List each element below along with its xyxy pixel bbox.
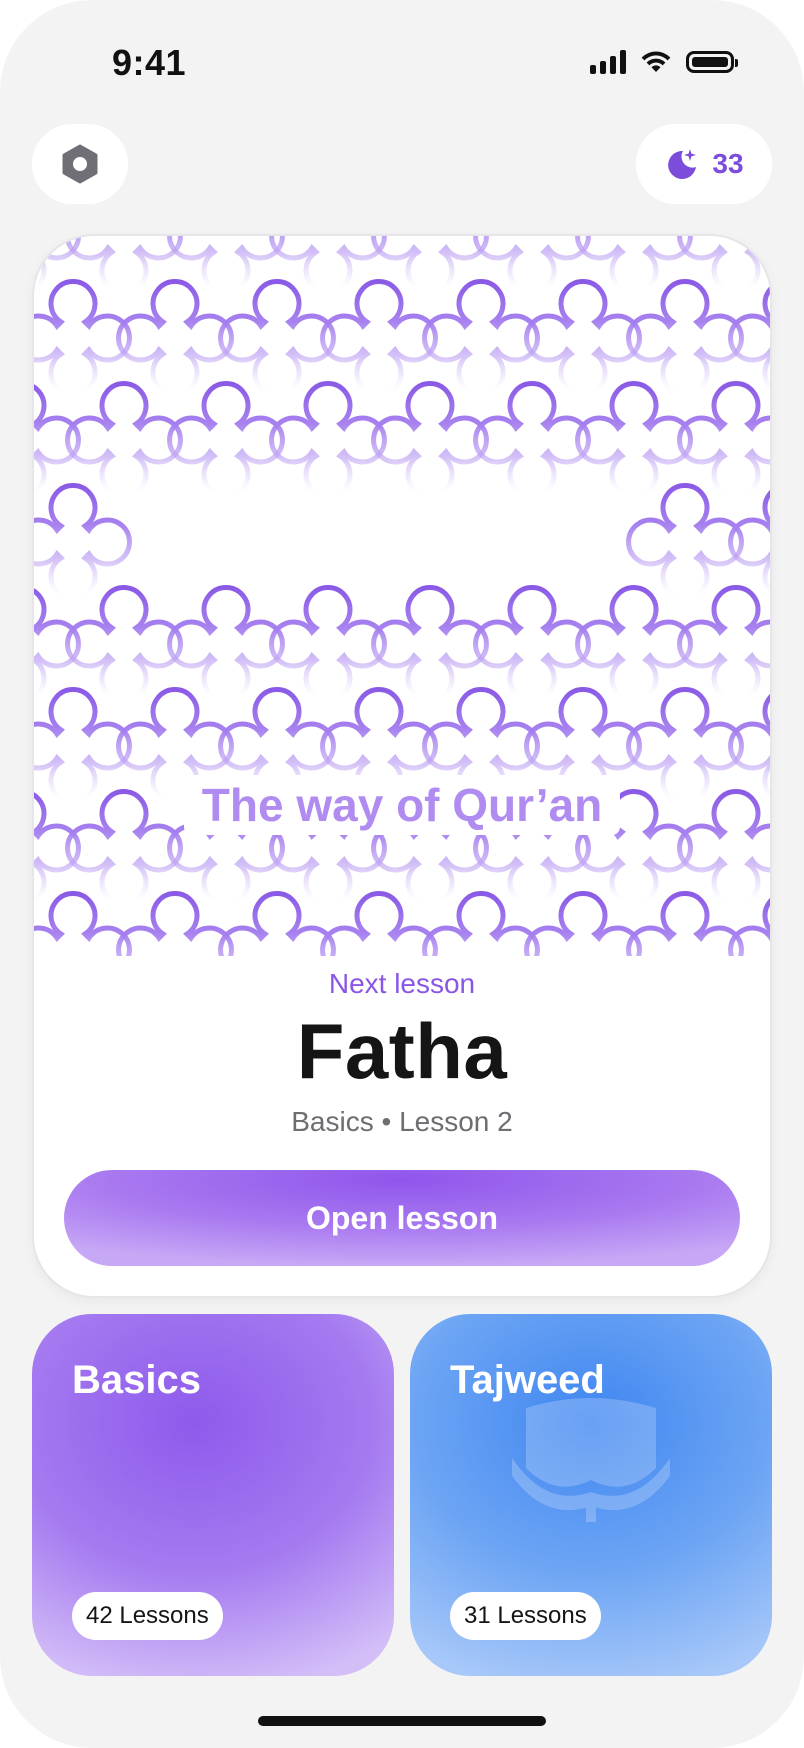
app-screen: 9:41 33 The way of Qur’an Next lesson Fa… bbox=[0, 0, 804, 1748]
pattern-tile bbox=[269, 381, 387, 499]
lesson-count-badge: 31 Lessons bbox=[450, 1592, 601, 1640]
pattern-tile bbox=[575, 381, 693, 499]
status-time: 9:41 bbox=[112, 42, 187, 83]
pattern-tile bbox=[218, 279, 336, 397]
lesson-count-badge: 42 Lessons bbox=[72, 1592, 223, 1640]
pattern-tile bbox=[34, 588, 81, 700]
category-title: Tajweed bbox=[450, 1358, 605, 1402]
home-indicator bbox=[258, 1716, 546, 1726]
pattern-tile bbox=[473, 381, 591, 499]
next-lesson-card[interactable]: The way of Qur’an Next lesson Fatha Basi… bbox=[34, 236, 770, 1296]
pattern-tile bbox=[728, 489, 770, 595]
settings-hexagon-icon bbox=[62, 144, 98, 184]
hero-title-text: The way of Qur’an bbox=[183, 775, 621, 835]
battery-icon bbox=[686, 51, 738, 73]
pattern-tile bbox=[422, 279, 540, 397]
pattern-tile bbox=[371, 381, 489, 499]
islamic-pattern-illustration bbox=[34, 236, 770, 956]
open-lesson-button[interactable]: Open lesson bbox=[64, 1170, 740, 1266]
pattern-tile bbox=[167, 381, 285, 499]
category-card-tajweed[interactable]: Tajweed 31 Lessons bbox=[410, 1314, 772, 1676]
pattern-tile bbox=[524, 279, 642, 397]
pattern-tile bbox=[34, 483, 132, 601]
pattern-tile bbox=[626, 483, 744, 601]
pattern-tile bbox=[116, 279, 234, 397]
next-lesson-label: Next lesson bbox=[328, 968, 476, 999]
settings-button[interactable] bbox=[32, 124, 128, 204]
pattern-tile bbox=[320, 279, 438, 397]
lesson-meta: Basics • Lesson 2 bbox=[291, 1106, 513, 1137]
pattern-tile bbox=[677, 585, 770, 703]
streak-count: 33 bbox=[712, 148, 744, 179]
pattern-tile bbox=[575, 585, 693, 703]
pattern-tile bbox=[34, 384, 81, 496]
category-card-basics[interactable]: Basics 42 Lessons bbox=[32, 1314, 394, 1676]
pattern-tile bbox=[167, 585, 285, 703]
lesson-title: Fatha bbox=[296, 1007, 508, 1095]
pattern-tile bbox=[34, 279, 132, 397]
pattern-tile bbox=[626, 279, 744, 397]
hero-title: The way of Qur’an bbox=[34, 775, 770, 835]
streak-counter[interactable]: 33 bbox=[636, 124, 772, 204]
signal-icon bbox=[590, 50, 626, 74]
quran-stand-icon bbox=[512, 1398, 670, 1522]
category-title: Basics bbox=[72, 1358, 201, 1402]
wifi-icon bbox=[641, 51, 671, 72]
pattern-tile bbox=[728, 285, 770, 391]
pattern-tile bbox=[65, 585, 183, 703]
pattern-tile bbox=[65, 381, 183, 499]
pattern-tile bbox=[269, 585, 387, 703]
status-icons bbox=[590, 50, 738, 74]
pattern-tile bbox=[677, 381, 770, 499]
moon-star-icon bbox=[668, 149, 697, 179]
pattern-tile bbox=[473, 585, 591, 703]
pattern-tile bbox=[371, 585, 489, 703]
